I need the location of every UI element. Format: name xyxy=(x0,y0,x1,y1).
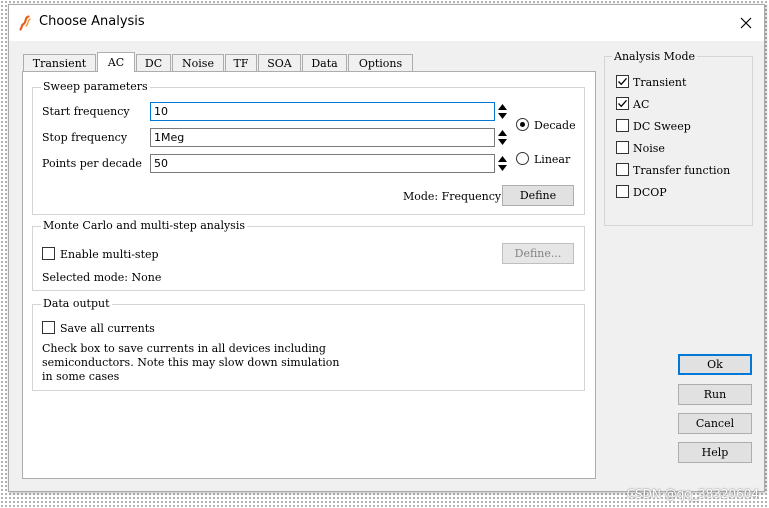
start-frequency-spinner[interactable] xyxy=(497,102,508,121)
tab-options[interactable]: Options xyxy=(348,54,413,71)
save-all-currents-label: Save all currents xyxy=(60,322,155,335)
tab-ac[interactable]: AC xyxy=(97,52,135,72)
watermark-text: CSDN @qq_38320604 xyxy=(626,487,759,501)
data-output-group: Data output Save all currents Check box … xyxy=(32,297,585,391)
ac-tab-panel: Sweep parameters Start frequency 10 Stop… xyxy=(22,71,596,479)
close-icon xyxy=(740,17,752,29)
close-button[interactable] xyxy=(728,5,764,41)
app-icon xyxy=(19,15,31,31)
monte-carlo-group: Monte Carlo and multi-step analysis Enab… xyxy=(32,219,585,291)
spin-down-icon[interactable] xyxy=(497,137,508,146)
mode-transfer-function-checkbox[interactable] xyxy=(616,163,629,176)
mode-transient-label: Transient xyxy=(633,76,687,89)
data-output-label: Data output xyxy=(41,297,112,310)
data-output-note-line2: semiconductors. Note this may slow down … xyxy=(42,356,340,369)
window-title: Choose Analysis xyxy=(39,14,145,29)
multi-step-define-button[interactable]: Define... xyxy=(502,243,574,264)
monte-carlo-label: Monte Carlo and multi-step analysis xyxy=(41,219,247,232)
tab-strip: Transient AC DC Noise TF SOA Data Option… xyxy=(22,52,602,72)
run-button[interactable]: Run xyxy=(678,384,752,405)
linear-radio[interactable] xyxy=(516,152,529,165)
checkmark-icon xyxy=(618,99,627,108)
mode-noise-label: Noise xyxy=(633,142,665,155)
mode-dcop-checkbox[interactable] xyxy=(616,185,629,198)
points-per-decade-spinner[interactable] xyxy=(497,154,508,173)
cancel-button[interactable]: Cancel xyxy=(678,413,752,434)
stop-frequency-spinner[interactable] xyxy=(497,128,508,147)
data-output-note-line1: Check box to save currents in all device… xyxy=(42,342,326,355)
choose-analysis-dialog: Choose Analysis Transient AC DC Noise TF… xyxy=(8,4,765,492)
sweep-parameters-label: Sweep parameters xyxy=(41,80,150,93)
tab-soa[interactable]: SOA xyxy=(258,54,301,71)
linear-label: Linear xyxy=(534,153,571,166)
ok-button[interactable]: Ok xyxy=(678,354,752,375)
tab-noise[interactable]: Noise xyxy=(172,54,224,71)
decade-label: Decade xyxy=(534,119,576,132)
spin-up-icon[interactable] xyxy=(497,128,508,137)
mode-ac-label: AC xyxy=(633,98,650,111)
save-all-currents-checkbox[interactable] xyxy=(42,321,55,334)
spin-down-icon[interactable] xyxy=(497,111,508,120)
sweep-parameters-group: Sweep parameters Start frequency 10 Stop… xyxy=(32,80,585,215)
mode-ac-checkbox[interactable] xyxy=(616,97,629,110)
tab-data[interactable]: Data xyxy=(302,54,347,71)
tab-dc[interactable]: DC xyxy=(136,54,171,71)
stop-frequency-label: Stop frequency xyxy=(42,131,128,144)
spin-down-icon[interactable] xyxy=(497,163,508,172)
title-bar: Choose Analysis xyxy=(9,5,764,41)
spin-up-icon[interactable] xyxy=(497,154,508,163)
checkmark-icon xyxy=(618,77,627,86)
mode-text: Mode: Frequency xyxy=(403,190,502,203)
points-per-decade-input[interactable]: 50 xyxy=(150,154,495,173)
decade-radio[interactable] xyxy=(516,118,529,131)
mode-transient-checkbox[interactable] xyxy=(616,75,629,88)
stop-frequency-input[interactable]: 1Meg xyxy=(150,128,495,147)
mode-dcop-label: DCOP xyxy=(633,186,667,199)
analysis-mode-title: Analysis Mode xyxy=(612,50,698,63)
enable-multi-step-checkbox[interactable] xyxy=(42,247,55,260)
selected-mode-text: Selected mode: None xyxy=(42,271,162,284)
start-frequency-label: Start frequency xyxy=(42,105,130,118)
mode-dc-sweep-label: DC Sweep xyxy=(633,120,691,133)
mode-transfer-function-label: Transfer function xyxy=(633,164,731,177)
start-frequency-input[interactable]: 10 xyxy=(150,102,495,121)
spin-up-icon[interactable] xyxy=(497,102,508,111)
analysis-mode-group: Analysis Mode Transient AC DC Sweep Nois… xyxy=(604,50,753,226)
tab-transient[interactable]: Transient xyxy=(23,54,96,71)
mode-dc-sweep-checkbox[interactable] xyxy=(616,119,629,132)
mode-noise-checkbox[interactable] xyxy=(616,141,629,154)
points-per-decade-label: Points per decade xyxy=(42,157,142,170)
data-output-note-line3: in some cases xyxy=(42,370,120,383)
sweep-define-button[interactable]: Define xyxy=(502,185,574,206)
tab-tf[interactable]: TF xyxy=(225,54,257,71)
help-button[interactable]: Help xyxy=(678,442,752,463)
enable-multi-step-label: Enable multi-step xyxy=(60,248,159,261)
